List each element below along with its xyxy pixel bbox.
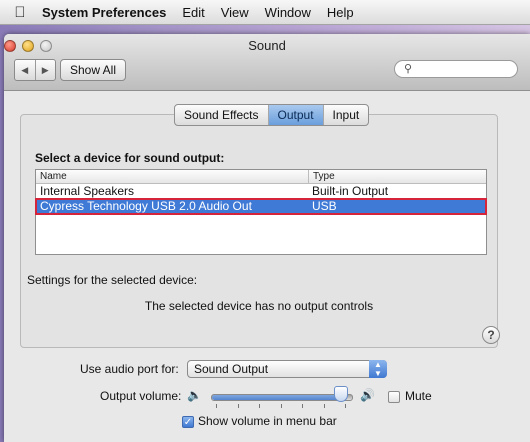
forward-arrow-icon[interactable]: ▶ — [34, 60, 56, 80]
sound-tabs: Sound Effects Output Input — [174, 104, 370, 126]
menu-help[interactable]: Help — [319, 5, 362, 20]
window-toolbar: Sound ◀ ▶ Show All ⚲ — [4, 34, 530, 91]
volume-ticks — [216, 404, 346, 408]
audio-port-label: Use audio port for: — [80, 362, 179, 376]
back-arrow-icon[interactable]: ◀ — [15, 60, 35, 80]
tab-input[interactable]: Input — [322, 105, 369, 125]
menu-window[interactable]: Window — [257, 5, 319, 20]
table-row-selected[interactable]: Cypress Technology USB 2.0 Audio Out USB — [35, 198, 487, 215]
tick — [323, 404, 325, 408]
tick — [216, 404, 217, 408]
output-volume-slider[interactable] — [211, 394, 353, 401]
show-all-button[interactable]: Show All — [60, 59, 126, 81]
speaker-low-icon: 🔈 — [187, 388, 202, 402]
menu-edit[interactable]: Edit — [174, 5, 212, 20]
output-device-table: Name Type Internal Speakers Built-in Out… — [35, 169, 487, 255]
column-header-name[interactable]: Name — [36, 170, 309, 183]
select-device-label: Select a device for sound output: — [35, 151, 225, 165]
audio-port-popup[interactable]: Sound Output ▲ ▼ — [187, 360, 387, 378]
device-type: Built-in Output — [312, 184, 389, 198]
search-field[interactable]: ⚲ — [394, 60, 518, 78]
tick — [259, 404, 260, 408]
apple-menu-icon[interactable]:  — [0, 4, 40, 21]
popup-arrows-icon: ▲ ▼ — [369, 360, 387, 378]
device-name: Cypress Technology USB 2.0 Audio Out — [40, 199, 252, 213]
output-panel: Select a device for sound output: Name T… — [20, 114, 498, 348]
menu-view[interactable]: View — [213, 5, 257, 20]
show-volume-label: Show volume in menu bar — [198, 414, 337, 428]
tick — [345, 404, 346, 408]
column-header-type[interactable]: Type — [309, 170, 335, 183]
search-icon: ⚲ — [404, 63, 413, 75]
settings-label: Settings for the selected device: — [27, 273, 198, 287]
tab-sound-effects[interactable]: Sound Effects — [175, 105, 267, 125]
table-row[interactable]: Internal Speakers Built-in Output — [36, 184, 486, 199]
show-volume-checkbox[interactable]: ✓ — [182, 416, 194, 428]
sound-preferences-window: Sound ◀ ▶ Show All ⚲ Sound Effects Outpu… — [4, 34, 530, 442]
volume-fill — [212, 395, 343, 400]
menu-bar:  System Preferences Edit View Window He… — [0, 0, 530, 25]
window-title: Sound — [248, 38, 286, 53]
speaker-high-icon: 🔊 — [360, 388, 375, 402]
device-type: USB — [312, 199, 337, 213]
audio-port-value: Sound Output — [194, 362, 269, 376]
tick — [280, 404, 282, 408]
device-name: Internal Speakers — [40, 184, 135, 198]
mute-label: Mute — [405, 389, 432, 403]
tick — [237, 404, 239, 408]
table-header: Name Type — [36, 170, 486, 184]
tick — [302, 404, 303, 408]
no-controls-message: The selected device has no output contro… — [144, 299, 374, 313]
mute-checkbox[interactable] — [388, 391, 400, 403]
output-volume-label: Output volume: — [100, 389, 182, 403]
volume-slider-knob[interactable] — [334, 386, 349, 402]
back-forward-control: ◀ ▶ — [14, 59, 56, 81]
menu-app-name[interactable]: System Preferences — [40, 5, 174, 20]
tab-output[interactable]: Output — [267, 105, 323, 125]
help-button[interactable]: ? — [482, 326, 500, 344]
